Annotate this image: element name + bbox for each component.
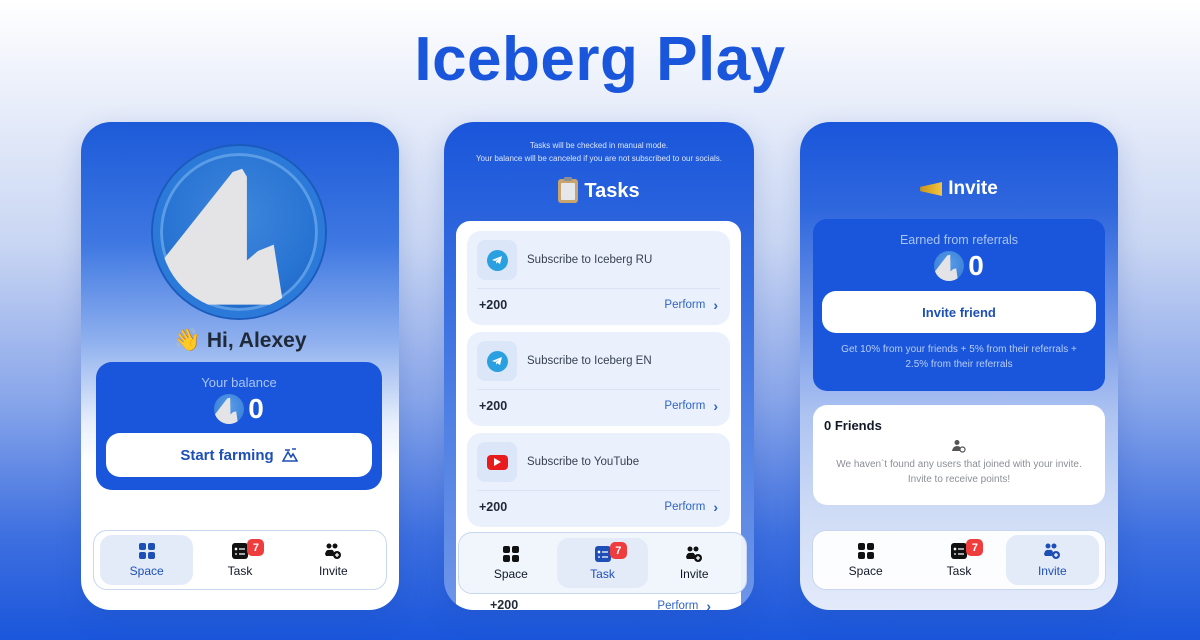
tasks-notice: Tasks will be checked in manual mode. Yo… xyxy=(444,139,754,165)
telegram-icon xyxy=(486,249,508,271)
balance-row: 0 xyxy=(96,393,382,425)
nav-label: Space xyxy=(129,564,164,578)
perform-label: Perform xyxy=(664,500,706,513)
task-count-badge: 7 xyxy=(247,539,265,556)
telegram-icon xyxy=(486,350,508,372)
nav-item-space[interactable]: Space xyxy=(819,535,912,585)
chevron-right-icon: › xyxy=(713,498,718,515)
nav-item-task[interactable]: Task 7 xyxy=(193,535,286,585)
bottom-nav: Space Task 7 Invite xyxy=(458,532,747,594)
notice-line: Tasks will be checked in manual mode. xyxy=(529,141,669,150)
grid-icon xyxy=(138,542,156,560)
perform-button[interactable]: Perform › xyxy=(657,598,711,610)
nav-item-invite[interactable]: Invite xyxy=(287,535,380,585)
chevron-right-icon: › xyxy=(706,598,711,610)
chevron-right-icon: › xyxy=(713,397,718,414)
waving-hand-icon: 👋 xyxy=(173,327,201,352)
balance-label: Your balance xyxy=(201,375,277,390)
task-reward: +200 xyxy=(479,398,508,413)
invite-friend-button[interactable]: Invite friend xyxy=(822,291,1096,333)
task-item: Subscribe to YouTube +200 Perform › xyxy=(467,433,730,527)
nav-label: Space xyxy=(848,564,883,578)
notice-line: Your balance will be canceled if you are… xyxy=(475,154,723,163)
chevron-right-icon: › xyxy=(713,296,718,313)
task-list-icon xyxy=(231,542,249,560)
perform-button[interactable]: Perform › xyxy=(664,297,718,313)
user-search-icon xyxy=(952,440,966,453)
earned-row: 0 xyxy=(813,250,1105,282)
task-name: Subscribe to Iceberg RU xyxy=(527,254,653,266)
coin-icon xyxy=(214,394,245,424)
start-farming-button[interactable]: Start farming xyxy=(106,433,372,477)
task-item: Subscribe to Iceberg EN +200 Perform › xyxy=(467,332,730,426)
invite-title-text: Invite xyxy=(948,178,998,199)
task-list-icon xyxy=(950,542,968,560)
nav-item-space[interactable]: Space xyxy=(465,538,557,588)
users-add-icon xyxy=(324,542,342,560)
friends-card: 0 Friends We haven`t found any users tha… xyxy=(813,405,1105,505)
invite-screen: Invite Earned from referrals 0 Invite fr… xyxy=(800,122,1118,610)
nav-label: Task xyxy=(946,564,972,578)
friends-title: 0 Friends xyxy=(824,418,882,433)
task-name: Subscribe to Iceberg EN xyxy=(527,355,652,367)
iceberg-coin-logo xyxy=(153,146,325,318)
perform-label: Perform xyxy=(664,298,706,311)
task-count-badge: 7 xyxy=(609,542,627,559)
nav-label: Task xyxy=(227,564,253,578)
referral-note: Get 10% from your friends + 5% from thei… xyxy=(841,344,1077,370)
friends-empty-message: We haven`t found any users that joined w… xyxy=(836,459,1082,485)
task-item: Subscribe to Iceberg RU +200 Perform › xyxy=(467,231,730,325)
nav-item-invite[interactable]: Invite xyxy=(648,538,740,588)
youtube-icon xyxy=(486,454,508,470)
task-item-peek: +200 Perform › xyxy=(490,598,711,610)
clipboard-icon xyxy=(558,177,579,203)
bottom-nav: Space Task 7 Invite xyxy=(812,530,1106,590)
task-reward: +200 xyxy=(490,598,519,610)
earned-label: Earned from referrals xyxy=(899,233,1019,247)
coin-icon xyxy=(934,251,965,281)
perform-label: Perform xyxy=(664,399,706,412)
task-reward: +200 xyxy=(479,297,508,312)
hero-title: Iceberg Play xyxy=(414,25,786,94)
balance-card: Your balance 0 Start farming xyxy=(96,362,382,490)
earned-value: 0 xyxy=(968,250,984,281)
mountain-icon xyxy=(281,448,298,462)
nav-item-task[interactable]: Task 7 xyxy=(556,538,649,588)
perform-label: Perform xyxy=(657,600,699,610)
grid-icon xyxy=(857,542,875,560)
users-add-icon xyxy=(685,545,703,563)
tasks-screen: Tasks will be checked in manual mode. Yo… xyxy=(444,122,754,610)
grid-icon xyxy=(502,545,520,563)
space-screen: 👋 Hi, Alexey Your balance 0 Start farming… xyxy=(81,122,399,610)
nav-label: Space xyxy=(493,567,528,581)
greeting-text: Hi, Alexey xyxy=(206,329,307,352)
perform-button[interactable]: Perform › xyxy=(664,499,718,515)
balance-value: 0 xyxy=(248,393,264,424)
nav-label: Task xyxy=(590,567,615,581)
start-farming-label: Start farming xyxy=(180,446,274,464)
nav-item-space[interactable]: Space xyxy=(100,535,194,585)
nav-item-invite[interactable]: Invite xyxy=(1005,535,1099,585)
nav-label: Invite xyxy=(1037,564,1067,578)
bottom-nav: Space Task 7 Invite xyxy=(93,530,387,590)
referral-card: Earned from referrals 0 Invite friend Ge… xyxy=(813,219,1105,391)
users-add-icon xyxy=(1043,542,1061,560)
megaphone-icon xyxy=(920,182,943,196)
nav-item-task[interactable]: Task 7 xyxy=(912,535,1005,585)
task-name: Subscribe to YouTube xyxy=(527,456,640,468)
tasks-title-text: Tasks xyxy=(584,179,640,202)
greeting: 👋 Hi, Alexey xyxy=(81,327,399,353)
perform-button[interactable]: Perform › xyxy=(664,398,718,414)
task-reward: +200 xyxy=(479,499,508,514)
tasks-title: Tasks xyxy=(444,177,754,203)
task-list-icon xyxy=(594,545,612,563)
invite-title: Invite xyxy=(800,178,1118,200)
nav-label: Invite xyxy=(318,564,348,578)
iceberg-logo-icon xyxy=(160,168,284,305)
nav-label: Invite xyxy=(679,567,709,581)
task-count-badge: 7 xyxy=(966,539,984,556)
